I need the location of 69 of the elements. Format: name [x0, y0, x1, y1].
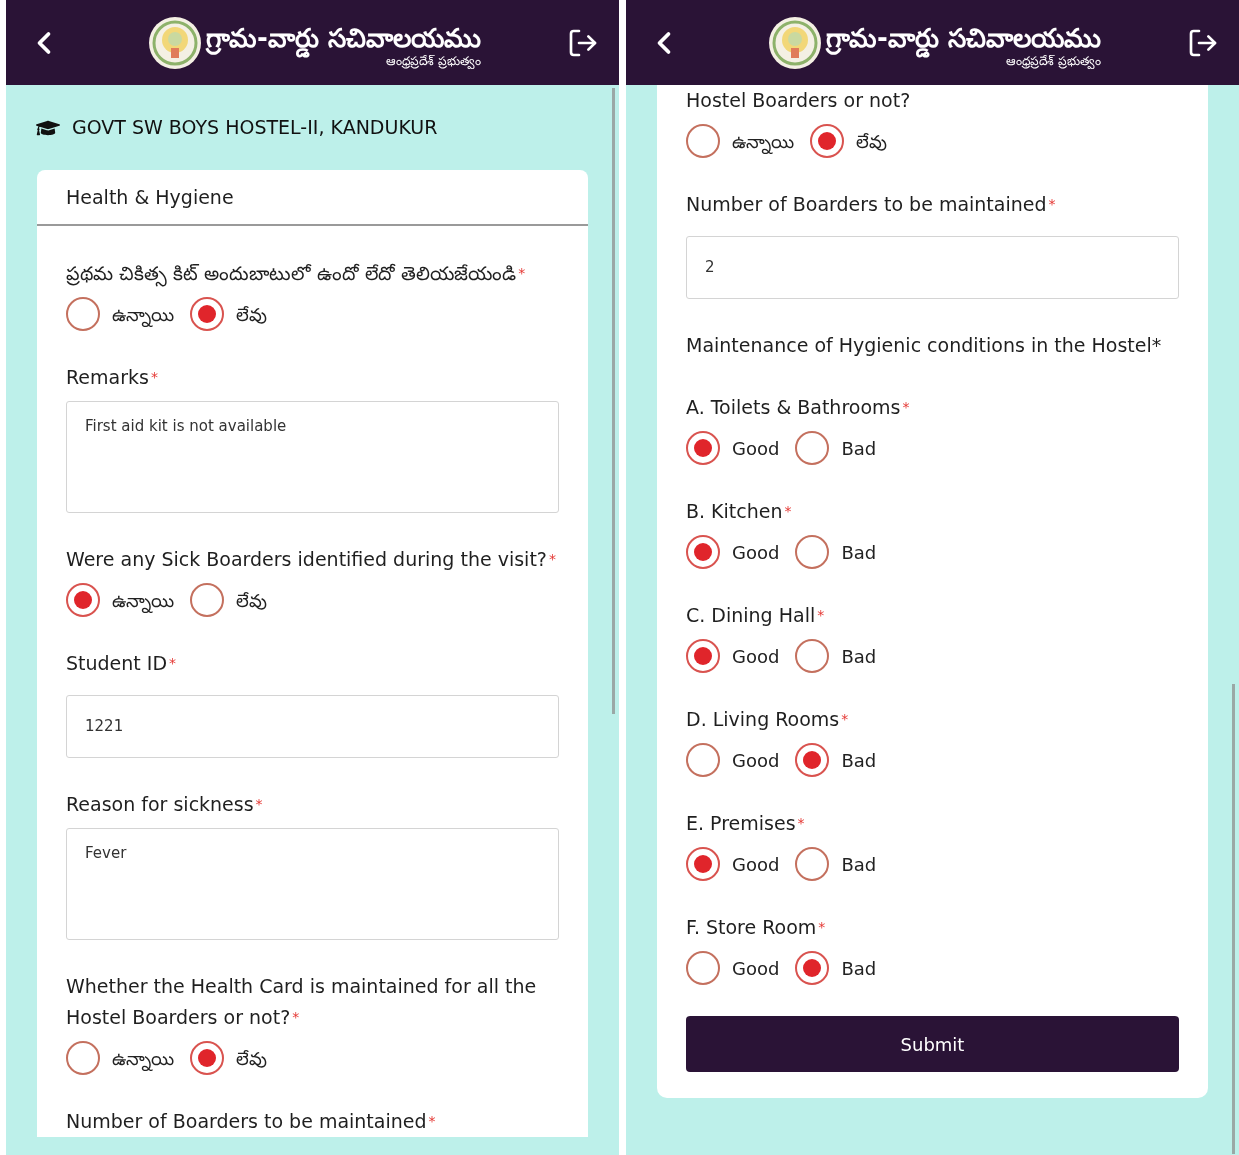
field-value: Fever — [85, 844, 127, 862]
field-value: 1221 — [85, 716, 124, 738]
field-label: Reason for sickness* — [66, 792, 264, 817]
radio-label: Bad — [841, 956, 877, 981]
field-label: D. Living Rooms* — [686, 707, 850, 732]
hostel-name: GOVT SW BOYS HOSTEL-II, KANDUKUR — [72, 115, 438, 141]
radio-button[interactable] — [686, 124, 720, 158]
submit-button[interactable]: Submit — [686, 1016, 1179, 1072]
radio-button[interactable] — [795, 639, 830, 673]
radio-label: Good — [732, 436, 780, 461]
radio-button[interactable] — [190, 297, 224, 331]
radio-label: లేవు — [856, 129, 887, 154]
radio-button[interactable] — [795, 951, 830, 985]
radio-button[interactable] — [686, 431, 720, 465]
text-area[interactable]: Fever — [66, 828, 559, 940]
radio-label: ఉన్నాయి — [112, 588, 174, 614]
radio-button[interactable] — [190, 1041, 224, 1075]
radio-label: Bad — [841, 436, 877, 461]
input-field[interactable]: 2 — [686, 236, 1179, 299]
card-title: Health & Hygiene — [37, 170, 588, 226]
radio-button[interactable] — [795, 847, 830, 881]
radio-label: Good — [732, 644, 780, 669]
field-label: Student ID* — [66, 651, 178, 676]
emblem-logo-icon — [148, 15, 203, 70]
radio-button[interactable] — [66, 297, 100, 331]
field-label: C. Dining Hall* — [686, 603, 826, 628]
radio-button[interactable] — [810, 124, 844, 158]
field-label: ప్రథమ చికిత్స కిట్ అందుబాటులో ఉందో లేదో తెలియజేయండి* — [66, 258, 559, 289]
field-value: First aid kit is not available — [85, 417, 287, 435]
field-label: Whether the Health Card is maintained for all the Hostel Boarders or not?* — [66, 974, 538, 1030]
radio-label: Bad — [841, 644, 877, 669]
radio-label: లేవు — [236, 1046, 267, 1071]
radio-label: Good — [732, 956, 780, 981]
radio-label: ఉన్నాయి — [112, 302, 174, 328]
radio-button[interactable] — [686, 535, 720, 569]
radio-button[interactable] — [686, 847, 720, 881]
radio-label: Good — [732, 748, 780, 773]
radio-label: Bad — [841, 748, 877, 773]
radio-button[interactable] — [686, 951, 720, 985]
radio-button[interactable] — [795, 431, 830, 465]
text-area[interactable]: First aid kit is not available — [66, 401, 559, 513]
field-label: A. Toilets & Bathrooms* — [686, 395, 911, 420]
field-label: F. Store Room* — [686, 915, 827, 940]
field-label: Number of Boarders to be maintained* — [66, 1109, 437, 1134]
radio-button[interactable] — [795, 535, 830, 569]
radio-label: Bad — [841, 540, 877, 565]
radio-label: లేవు — [236, 302, 267, 327]
radio-button[interactable] — [66, 583, 100, 617]
radio-button[interactable] — [686, 743, 720, 777]
field-label: B. Kitchen* — [686, 499, 793, 524]
field-label: E. Premises* — [686, 811, 806, 836]
field-label: Were any Sick Boarders identified during the visit?* — [66, 547, 557, 572]
input-field[interactable]: 1221 — [66, 695, 559, 758]
radio-label: Good — [732, 852, 780, 877]
field-label: Remarks* — [66, 365, 159, 390]
radio-label: Good — [732, 540, 780, 565]
radio-button[interactable] — [66, 1041, 100, 1075]
radio-label: ఉన్నాయి — [112, 1046, 174, 1072]
radio-button[interactable] — [190, 583, 224, 617]
radio-button[interactable] — [795, 743, 830, 777]
emblem-logo-icon — [768, 15, 823, 70]
radio-button[interactable] — [686, 639, 720, 673]
field-value: 2 — [705, 257, 715, 279]
radio-label: Bad — [841, 852, 877, 877]
radio-label: లేవు — [236, 588, 267, 613]
field-label: Hostel Boarders or not? — [686, 88, 912, 113]
field-label: Maintenance of Hygienic conditions in the Hostel* — [686, 333, 1163, 358]
radio-label: ఉన్నాయి — [732, 129, 794, 155]
field-label: Number of Boarders to be maintained* — [686, 192, 1057, 217]
